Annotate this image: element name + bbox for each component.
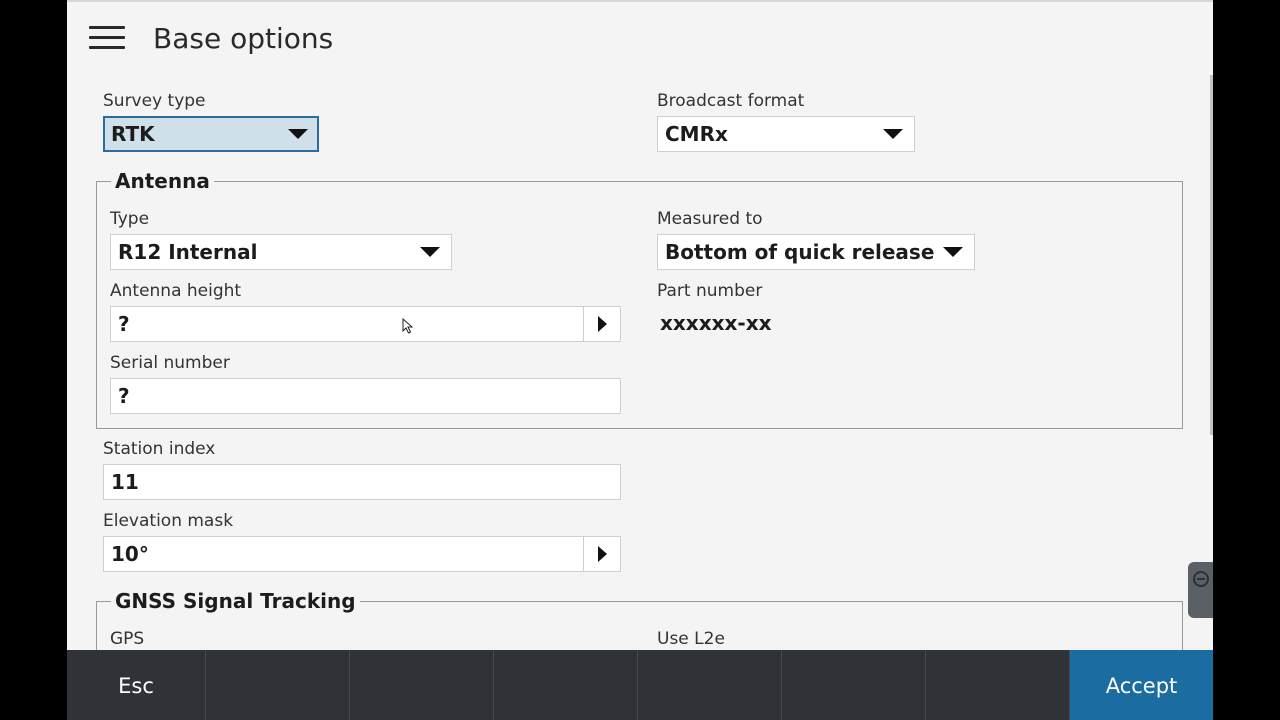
softkey-5[interactable] (638, 650, 782, 720)
elevation-mask-input[interactable]: 10° (103, 536, 621, 572)
antenna-legend: Antenna (111, 168, 214, 194)
antenna-height-input[interactable]: ? (110, 306, 621, 342)
station-index-label: Station index (103, 439, 216, 459)
chevron-down-icon (420, 247, 440, 257)
measured-to-value: Bottom of quick release (665, 240, 935, 264)
part-number-label: Part number (657, 281, 763, 301)
serial-number-value: ? (118, 384, 130, 408)
antenna-height-value: ? (118, 312, 130, 336)
measured-to-dropdown[interactable]: Bottom of quick release (657, 234, 975, 270)
page-title: Base options (153, 22, 334, 55)
menu-icon[interactable] (89, 26, 125, 50)
side-panel-tab[interactable] (1188, 562, 1213, 618)
antenna-type-value: R12 Internal (118, 240, 258, 264)
station-index-value: 11 (111, 470, 139, 494)
serial-number-input[interactable]: ? (110, 378, 621, 414)
softkey-7[interactable] (926, 650, 1070, 720)
antenna-type-label: Type (110, 209, 150, 229)
gps-label: GPS (110, 629, 145, 649)
expand-arrow-icon[interactable] (583, 307, 620, 341)
esc-button[interactable]: Esc (67, 650, 206, 720)
broadcast-format-dropdown[interactable]: CMRx (657, 116, 915, 152)
softkey-2[interactable] (206, 650, 350, 720)
scrollbar[interactable] (1210, 75, 1213, 435)
chevron-down-icon (943, 247, 963, 257)
broadcast-format-label: Broadcast format (657, 91, 805, 111)
part-number-value: xxxxxx-xx (660, 311, 772, 335)
expand-arrow-icon[interactable] (583, 537, 620, 571)
softkey-6[interactable] (782, 650, 926, 720)
serial-number-label: Serial number (110, 353, 230, 373)
gnss-legend: GNSS Signal Tracking (111, 588, 360, 614)
softkey-3[interactable] (350, 650, 494, 720)
accept-button[interactable]: Accept (1070, 650, 1213, 720)
softkey-4[interactable] (494, 650, 638, 720)
app-window: Base options Survey type RTK Broadcast f… (67, 0, 1213, 720)
mouse-cursor-icon (402, 318, 414, 334)
survey-type-dropdown[interactable]: RTK (103, 116, 319, 152)
survey-type-value: RTK (111, 122, 155, 146)
survey-type-label: Survey type (103, 91, 206, 111)
chevron-down-icon (288, 129, 308, 139)
broadcast-format-value: CMRx (665, 122, 728, 146)
elevation-mask-label: Elevation mask (103, 511, 234, 531)
elevation-mask-value: 10° (111, 542, 149, 566)
remote-connect-icon (1193, 571, 1209, 587)
use-l2e-label: Use L2e (657, 629, 725, 649)
footer-bar: Esc Accept (67, 650, 1213, 720)
measured-to-label: Measured to (657, 209, 763, 229)
chevron-down-icon (883, 129, 903, 139)
antenna-type-dropdown[interactable]: R12 Internal (110, 234, 452, 270)
antenna-height-label: Antenna height (110, 281, 242, 301)
station-index-input[interactable]: 11 (103, 464, 621, 500)
